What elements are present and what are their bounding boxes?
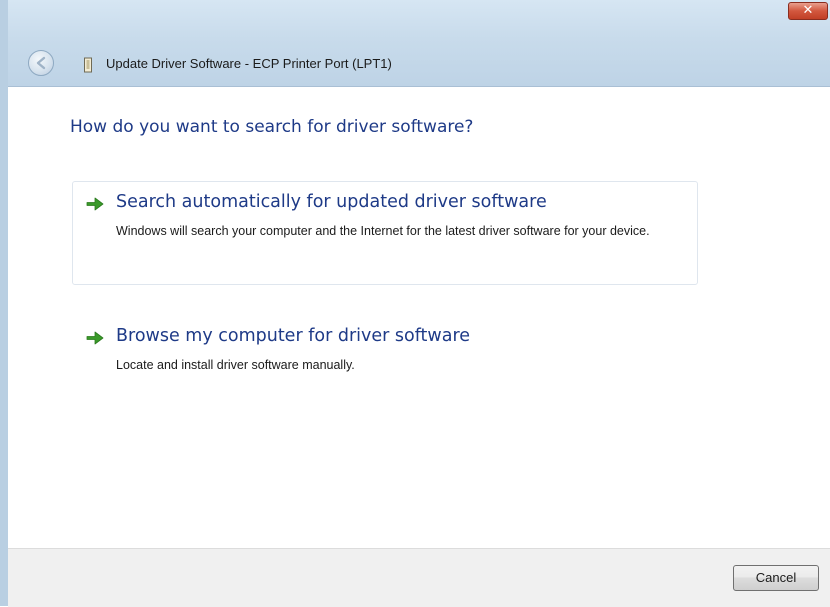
option-title: Browse my computer for driver software	[116, 326, 471, 346]
green-arrow-icon	[86, 197, 104, 211]
option-title: Search automatically for updated driver …	[116, 192, 547, 212]
printer-port-icon	[84, 57, 92, 73]
cancel-button[interactable]: Cancel	[733, 565, 819, 591]
back-arrow-icon	[36, 56, 46, 70]
main-instruction: How do you want to search for driver sof…	[70, 117, 474, 137]
browse-computer-option[interactable]: Browse my computer for driver software L…	[72, 315, 698, 385]
content-area: How do you want to search for driver sof…	[8, 86, 830, 549]
window-title: Update Driver Software - ECP Printer Por…	[106, 56, 392, 71]
option-description: Windows will search your computer and th…	[116, 224, 650, 238]
dialog-window: ✕ Update Driver Software - ECP Printer P…	[0, 0, 830, 607]
search-automatically-option[interactable]: Search automatically for updated driver …	[72, 181, 698, 285]
close-button[interactable]: ✕	[788, 2, 828, 20]
close-icon: ✕	[802, 3, 814, 18]
option-description: Locate and install driver software manua…	[116, 358, 355, 372]
back-button[interactable]	[28, 50, 54, 76]
footer-bar: Cancel	[8, 548, 830, 607]
green-arrow-icon	[86, 331, 104, 345]
title-bar: ✕ Update Driver Software - ECP Printer P…	[8, 0, 830, 86]
